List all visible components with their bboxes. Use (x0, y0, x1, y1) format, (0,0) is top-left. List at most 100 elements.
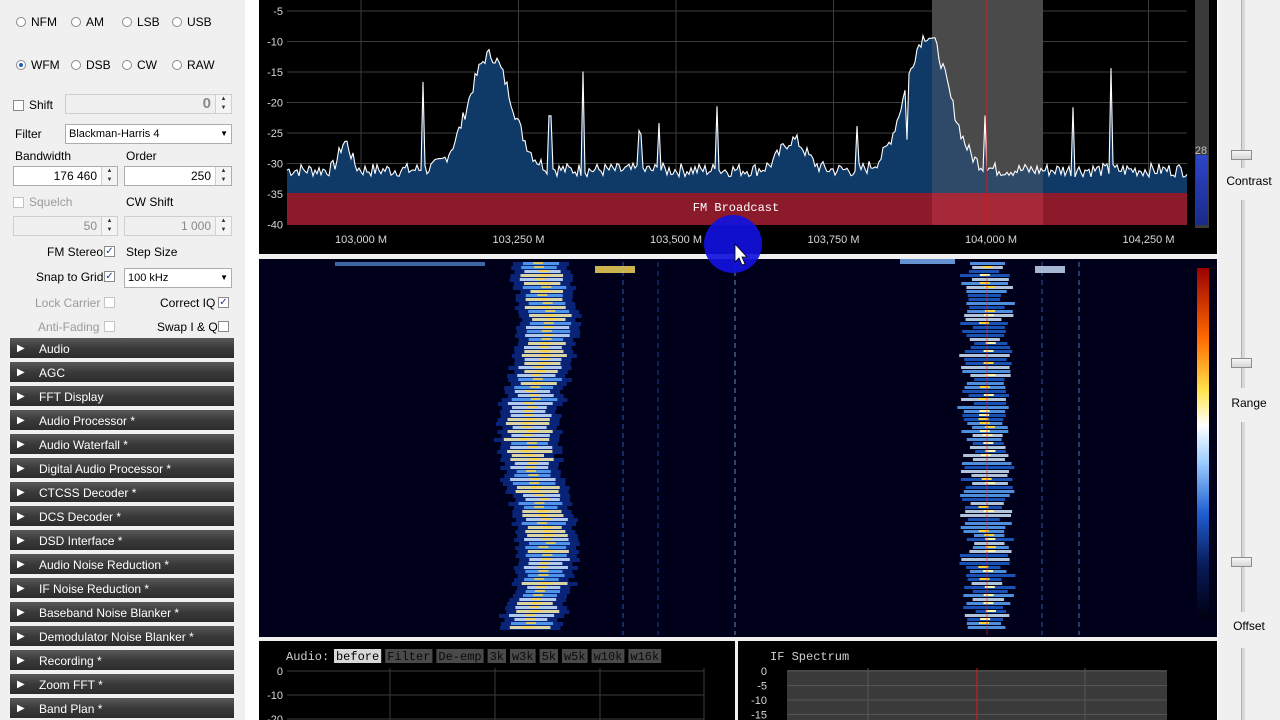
waterfall-segment (982, 434, 993, 436)
waterfall-segment (538, 570, 549, 572)
shift-field[interactable]: 0 ▲ ▼ (65, 94, 232, 114)
y-tick-label: -15 (267, 67, 283, 79)
waterfall-segment (972, 598, 1005, 601)
swap-iq-checkbox[interactable] (218, 321, 229, 332)
panel-header[interactable]: ▶ Audio (10, 338, 234, 360)
panel-header[interactable]: ▶ FFT Display (10, 386, 234, 408)
mode-raw-radio[interactable]: RAW (172, 58, 215, 72)
expand-arrow-icon: ▶ (17, 391, 25, 402)
waterfall-segment (962, 370, 1011, 373)
waterfall-segment (979, 274, 990, 276)
panel-header[interactable]: ▶ Baseband Noise Blanker * (10, 602, 234, 624)
waterfall-segment (542, 538, 553, 540)
waterfall-segment (1035, 266, 1065, 273)
offset-track[interactable] (1241, 422, 1245, 612)
spinner-icon[interactable]: ▲ ▼ (215, 95, 231, 113)
squelch-field[interactable]: 50 ▲ ▼ (13, 216, 118, 236)
anti-fading-label: Anti-Fading (38, 320, 100, 334)
radio-icon (71, 60, 81, 70)
waterfall-segment (535, 370, 546, 372)
shift-checkbox[interactable]: Shift (13, 98, 53, 112)
cw-shift-field[interactable]: 1 000 ▲ ▼ (124, 216, 232, 236)
correct-iq-checkbox[interactable]: ✓ (218, 297, 229, 308)
mode-cw-radio[interactable]: CW (122, 58, 157, 72)
spinner-icon[interactable]: ▲ ▼ (215, 167, 231, 185)
bandwidth-field[interactable]: 176 460 ▲ ▼ (13, 166, 118, 186)
spinner-icon[interactable]: ▲ ▼ (101, 167, 117, 185)
step-size-select[interactable]: 100 kHz ▼ (124, 268, 232, 288)
waterfall-segment (525, 618, 536, 620)
waterfall-segment (961, 366, 1010, 369)
filter-select[interactable]: Blackman-Harris 4 ▼ (65, 124, 232, 144)
panel-header[interactable]: ▶ Audio Noise Reduction * (10, 554, 234, 576)
mode-usb-radio[interactable]: USB (172, 15, 212, 29)
panel-header[interactable]: ▶ Band Plan * (10, 698, 234, 720)
waterfall-segment (971, 278, 1009, 281)
waterfall-segment (527, 462, 538, 464)
waterfall-segment (970, 346, 1011, 349)
mode-dsb-radio[interactable]: DSB (71, 58, 111, 72)
spectrum-display[interactable]: FM Broadcast -5 -10 -15 -20 -25 -30 -35 -40 103… (245, 0, 1218, 720)
waterfall-segment (968, 298, 1001, 301)
mode-lsb-radio[interactable]: LSB (122, 15, 160, 29)
waterfall-segment (538, 498, 549, 500)
contrast-slider-thumb[interactable] (1231, 150, 1252, 160)
expand-arrow-icon: ▶ (17, 343, 25, 354)
waterfall-segment (544, 314, 555, 316)
waterfall-segment (983, 602, 994, 604)
mode-am-radio[interactable]: AM (71, 15, 104, 29)
waterfall-segment (534, 502, 545, 504)
y-tick-label: -35 (267, 189, 283, 201)
waterfall-segment (966, 382, 1004, 385)
waterfall-segment (533, 594, 544, 596)
lock-carrier-checkbox[interactable] (104, 297, 115, 308)
waterfall-segment (974, 542, 1005, 545)
offset-slider-thumb[interactable] (1231, 557, 1252, 567)
spinner-icon[interactable]: ▲ ▼ (215, 217, 231, 235)
spinner-icon[interactable]: ▲ ▼ (101, 217, 117, 235)
squelch-checkbox[interactable]: Squelch (13, 195, 72, 209)
panel-header[interactable]: ▶ Demodulator Noise Blanker * (10, 626, 234, 648)
mode-nfm-radio[interactable]: NFM (16, 15, 57, 29)
band-plan-label: FM Broadcast (693, 201, 779, 215)
waterfall-segment (969, 338, 1000, 341)
mode-wfm-radio[interactable]: WFM (16, 58, 60, 72)
step-size-label: Step Size (126, 245, 178, 259)
snap-to-grid-checkbox[interactable]: ✓ (104, 271, 115, 282)
extra-track[interactable] (1241, 648, 1245, 720)
panel-header[interactable]: ▶ Zoom FFT * (10, 674, 234, 696)
panel-header[interactable]: ▶ Digital Audio Processor * (10, 458, 234, 480)
panel-header[interactable]: ▶ Recording * (10, 650, 234, 672)
fm-stereo-label: FM Stereo (47, 245, 104, 259)
contrast-label: Contrast (1226, 174, 1272, 188)
range-slider-thumb[interactable] (1231, 358, 1252, 368)
waterfall-segment (540, 354, 551, 356)
waterfall-segment (543, 550, 554, 552)
waterfall-segment (541, 330, 552, 332)
if-title: IF Spectrum (770, 650, 849, 664)
panel-header[interactable]: ▶ CTCSS Decoder * (10, 482, 234, 504)
y-tick-label: -40 (267, 220, 283, 232)
waterfall-segment (539, 562, 550, 564)
panel-header[interactable]: ▶ AGC (10, 362, 234, 384)
waterfall-segment (541, 338, 552, 340)
audio-title: Audio: (286, 650, 329, 664)
waterfall-segment (533, 262, 544, 264)
contrast-track[interactable] (1241, 0, 1245, 168)
filter-label: Filter (15, 127, 42, 141)
waterfall-segment (979, 422, 990, 424)
panel-header[interactable]: ▶ DSD Interface * (10, 530, 234, 552)
waterfall-segment (528, 394, 539, 396)
panel-header[interactable]: ▶ IF Noise Reduction * (10, 578, 234, 600)
waterfall-segment (543, 326, 554, 328)
panel-header[interactable]: ▶ Audio Waterfall * (10, 434, 234, 456)
fm-stereo-checkbox[interactable]: ✓ (104, 246, 115, 257)
order-field[interactable]: 250 ▲ ▼ (124, 166, 232, 186)
waterfall-segment (966, 574, 1016, 577)
panel-header[interactable]: ▶ Audio Processor * (10, 410, 234, 432)
waterfall-segment (967, 294, 1001, 297)
waterfall-segment (960, 470, 1009, 473)
anti-fading-checkbox[interactable] (104, 321, 115, 332)
waterfall-segment (543, 334, 554, 336)
panel-header[interactable]: ▶ DCS Decoder * (10, 506, 234, 528)
